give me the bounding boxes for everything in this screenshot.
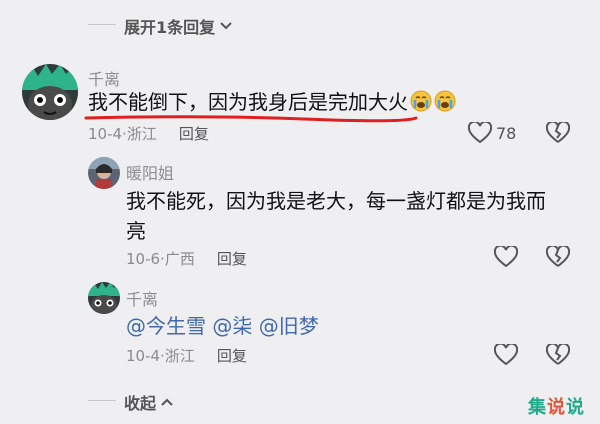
like-count: 78	[496, 123, 517, 143]
mention-link[interactable]: @柒	[212, 314, 252, 338]
comment-location: 浙江	[164, 347, 195, 365]
chevron-up-icon	[161, 398, 173, 406]
divider-left	[88, 24, 116, 25]
comment-date: 10-4	[88, 124, 123, 143]
watermark-part: 说	[566, 397, 585, 418]
broken-heart-icon	[545, 244, 571, 267]
avatar[interactable]	[88, 282, 120, 314]
comment-text: 我不能死，因为我是老大，每一盏灯都是为我而 亮	[126, 186, 546, 246]
avatar[interactable]	[22, 64, 78, 120]
dislike-button[interactable]	[545, 120, 571, 148]
crying-face-icon	[410, 90, 432, 112]
collapse-label: 收起	[124, 394, 157, 413]
comment-meta: 10-4 · 浙江 回复	[88, 123, 209, 144]
dislike-button[interactable]	[545, 342, 571, 370]
comment-author[interactable]: 千离	[126, 286, 158, 310]
heart-icon	[468, 122, 492, 144]
avatar-image	[88, 157, 120, 189]
dislike-button[interactable]	[545, 244, 571, 272]
avatar-image	[22, 64, 78, 120]
comment-location: 广西	[164, 250, 195, 268]
comment-location: 浙江	[126, 125, 157, 143]
comment-text-line: 我不能死，因为我是老大，每一盏灯都是为我而	[126, 189, 546, 213]
comment-text-line: 亮	[126, 219, 146, 243]
reply-button[interactable]: 回复	[217, 248, 247, 269]
heart-icon	[493, 244, 519, 268]
comment-author[interactable]: 暖阳姐	[126, 160, 174, 184]
expand-replies-button[interactable]: 展开1条回复	[124, 14, 233, 38]
mention-link[interactable]: @今生雪	[126, 314, 206, 338]
comment-meta: 10-4 · 浙江 回复	[126, 345, 247, 366]
comment-meta: 10-6 · 广西 回复	[126, 248, 247, 269]
avatar[interactable]	[88, 157, 120, 189]
avatar-image	[88, 282, 120, 314]
reply-button[interactable]: 回复	[179, 123, 209, 144]
crying-face-icon	[434, 90, 456, 112]
comment-date: 10-6	[126, 249, 161, 268]
divider-left	[88, 400, 116, 401]
collapse-button[interactable]: 收起	[124, 390, 174, 414]
watermark-part: 集	[528, 397, 547, 418]
expand-replies-label: 展开1条回复	[124, 18, 216, 37]
watermark-logo: 集说说	[528, 393, 585, 419]
comment-text: @今生雪 @柒 @旧梦	[126, 311, 319, 341]
like-button[interactable]	[493, 342, 519, 370]
comment-text-body: 我不能倒下，因为我身后是完加大火	[88, 90, 408, 114]
watermark-part: 说	[547, 397, 566, 418]
mention-link[interactable]: @旧梦	[259, 314, 319, 338]
broken-heart-icon	[545, 342, 571, 365]
reply-button[interactable]: 回复	[217, 345, 247, 366]
heart-icon	[493, 342, 519, 366]
broken-heart-icon	[545, 120, 571, 143]
comment-date: 10-4	[126, 346, 161, 365]
like-button[interactable]	[493, 244, 519, 272]
like-button[interactable]: 78	[468, 122, 516, 144]
chevron-down-icon	[220, 22, 232, 30]
